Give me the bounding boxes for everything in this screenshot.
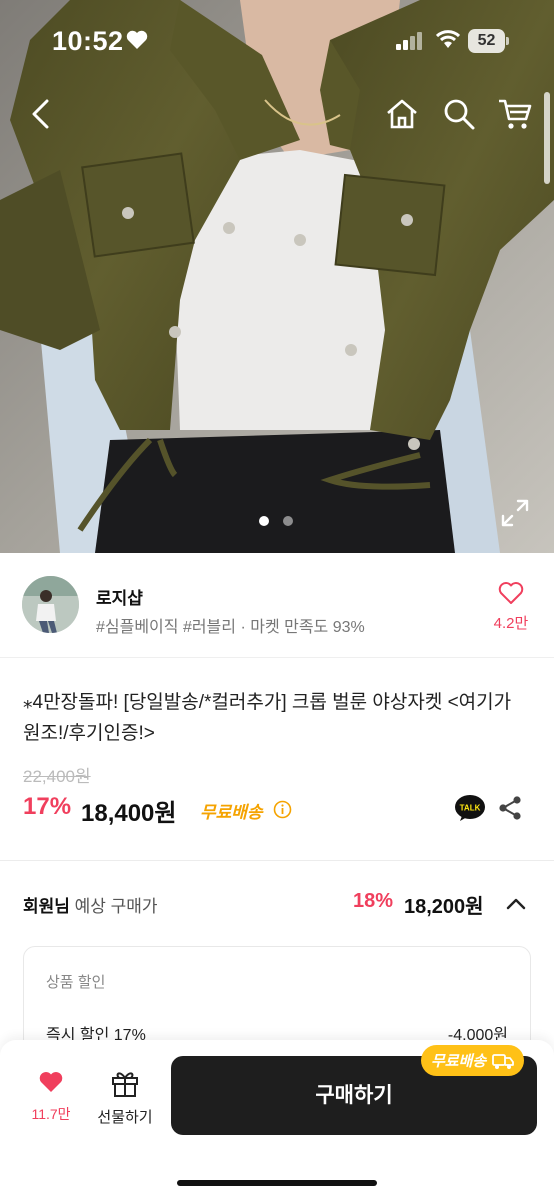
- heart-outline-icon: [498, 582, 524, 604]
- cart-icon[interactable]: [497, 96, 533, 132]
- seller-like-button[interactable]: 4.2만: [486, 581, 536, 633]
- discount-box-header: 상품 할인: [46, 974, 106, 991]
- scrollbar[interactable]: [544, 92, 550, 184]
- heart-icon: [126, 30, 148, 49]
- battery-level: 52: [468, 29, 505, 53]
- original-price: 22,400원: [23, 767, 91, 786]
- status-time: 10:52: [52, 26, 124, 56]
- discount-percent: 17%: [23, 793, 72, 820]
- wishlist-count: 11.7만: [31, 1106, 71, 1122]
- free-shipping-badge-label: 무료배송: [431, 1053, 487, 1070]
- gift-button[interactable]: 선물하기: [92, 1068, 158, 1132]
- info-icon[interactable]: [273, 800, 292, 819]
- search-icon[interactable]: [441, 96, 477, 132]
- heart-filled-icon: [39, 1072, 63, 1092]
- section-divider: [0, 860, 554, 861]
- truck-icon: [492, 1053, 515, 1069]
- expand-icon[interactable]: [500, 498, 530, 528]
- gift-label: 선물하기: [97, 1109, 153, 1126]
- product-image-gallery[interactable]: [0, 0, 554, 553]
- product-photo: [0, 0, 554, 553]
- sale-price: 18,400원: [81, 800, 177, 827]
- member-discount-percent: 18%: [353, 890, 394, 912]
- kakaotalk-icon[interactable]: TALK: [454, 794, 486, 822]
- status-bar: 10:52 52: [0, 0, 554, 80]
- signal-icon: [396, 32, 422, 50]
- chevron-left-icon[interactable]: [24, 96, 60, 132]
- wishlist-button[interactable]: 11.7만: [26, 1070, 76, 1130]
- seller-tags: #심플베이직 #러블리 · 마켓 만족도 93%: [96, 619, 365, 636]
- member-price-label: 회원님 예상 구매가: [23, 892, 158, 917]
- member-label-bold: 회원님: [23, 897, 70, 916]
- share-icon[interactable]: [497, 795, 523, 821]
- gallery-pager: [259, 516, 293, 526]
- seller-row[interactable]: 로지샵 #심플베이직 #러블리 · 마켓 만족도 93% 4.2만: [0, 553, 554, 658]
- member-label-rest: 예상 구매가: [69, 897, 158, 916]
- member-price-value: 18,200원: [404, 896, 484, 918]
- bottom-action-bar: 11.7만 선물하기 구매하기 무료배송: [0, 1040, 554, 1200]
- gift-icon: [112, 1072, 138, 1097]
- home-indicator: [177, 1180, 377, 1186]
- battery-icon: 52: [468, 29, 510, 53]
- free-shipping-badge: 무료배송: [421, 1045, 525, 1076]
- chevron-up-icon[interactable]: [505, 894, 527, 914]
- product-title: ⁎4만장돌파! [당일발송/*컬러추가] 크롭 벌룬 야상자켓 <여기가 원조!…: [23, 692, 512, 744]
- seller-like-count: 4.2만: [493, 615, 529, 632]
- seller-avatar[interactable]: [22, 576, 79, 633]
- pager-dot-2[interactable]: [283, 516, 293, 526]
- svg-text:TALK: TALK: [460, 804, 481, 813]
- wifi-icon: [436, 30, 460, 48]
- home-icon[interactable]: [384, 96, 420, 132]
- avatar-image: [22, 576, 79, 633]
- free-shipping-label: 무료배송: [200, 803, 263, 822]
- seller-name[interactable]: 로지샵: [96, 584, 143, 609]
- pager-dot-1[interactable]: [259, 516, 269, 526]
